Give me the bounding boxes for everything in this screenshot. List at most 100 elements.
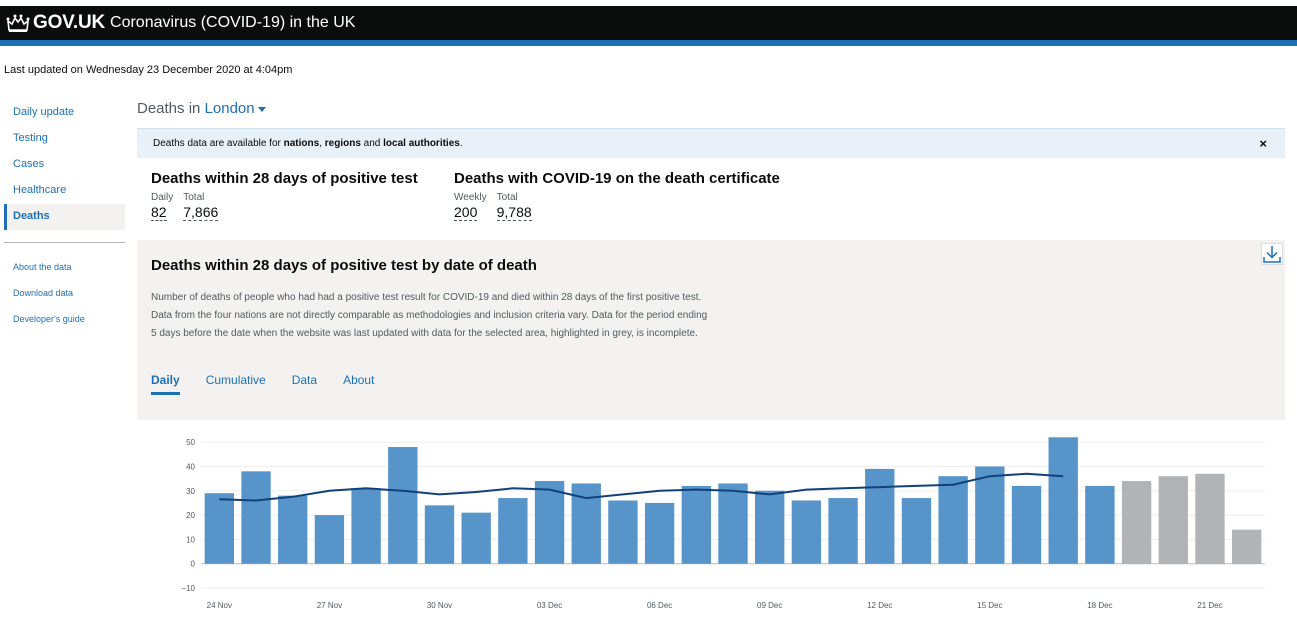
chart-bar[interactable] [791,500,822,564]
y-tick-label: 20 [186,511,195,520]
last-updated-text: Last updated on Wednesday 23 December 20… [4,64,293,76]
page-title: Deaths in London [137,100,1285,124]
chart-bar[interactable] [1048,437,1078,564]
banner-link-local-authorities[interactable]: local authorities [383,138,460,149]
chart-bar[interactable] [461,512,491,564]
close-banner-button[interactable]: × [1259,136,1267,151]
chart-bar[interactable] [718,483,748,564]
chart-bar[interactable] [828,498,858,564]
chart-bar[interactable] [241,471,271,564]
banner-link-regions[interactable]: regions [325,138,361,149]
chart-bar[interactable] [681,485,711,564]
deaths-chart[interactable]: −10 0 10 20 30 40 50 24 Nov 27 Nov 30 Nov 03 Dec 06… [137,420,1285,619]
banner-end: . [459,138,463,149]
chart-bar[interactable] [1085,485,1115,564]
nav-item-daily-update[interactable]: Daily update [4,100,125,126]
logo-text[interactable]: GOV.UK [33,12,105,34]
x-tick-label: 21 Dec [1197,601,1222,610]
nav-item-cases[interactable]: Cases [4,152,125,178]
y-tick-label: −10 [181,584,195,593]
nav-divider [4,242,125,243]
info-banner-text: Deaths data are available for nations, r… [153,138,463,149]
card-description: Number of deaths of people who had had a… [151,292,708,339]
main-content: Deaths in London Deaths data are availab… [137,100,1285,619]
location-name[interactable]: London [205,100,255,117]
service-name[interactable]: Coronavirus (COVID-19) in the UK [110,14,355,32]
nav-item-testing[interactable]: Testing [4,126,125,152]
rolling-average-line [219,472,1064,502]
chart-bar[interactable] [755,490,785,564]
chart-bar[interactable] [534,481,565,564]
nav-item-download-data[interactable]: Download data [4,281,125,307]
tab-data[interactable]: Data [292,373,317,395]
headline-label-total: Total [496,192,518,203]
chart-bar[interactable] [498,498,528,564]
headline-value-daily[interactable]: 82 [151,204,167,221]
page-title-prefix: Deaths in [137,100,201,117]
nav-item-healthcare[interactable]: Healthcare [4,178,125,204]
chart-bar[interactable] [938,476,968,564]
headline-deaths-28-days: Deaths within 28 days of positive test D… [151,170,418,222]
headline-label-total: Total [183,192,205,203]
x-tick-label: 03 Dec [537,601,562,610]
download-icon[interactable] [1261,243,1283,265]
headline-value-total[interactable]: 7,866 [183,204,219,221]
nav-item-developers-guide[interactable]: Developer's guide [4,307,125,333]
tab-cumulative[interactable]: Cumulative [206,373,266,395]
banner-text-1: Deaths data are available for [153,138,284,149]
headline-label-daily: Daily [151,192,174,203]
x-tick-label: 27 Nov [317,601,342,610]
chart-bar[interactable] [314,515,345,564]
y-tick-label: 0 [191,560,196,569]
chart-area: −10 0 10 20 30 40 50 24 Nov 27 Nov 30 Nov 03 Dec 06… [137,420,1285,619]
tab-daily[interactable]: Daily [151,373,180,395]
x-tick-label: 30 Nov [427,601,452,610]
location-selector[interactable]: London [205,100,266,117]
info-banner: Deaths data are available for nations, r… [137,128,1285,158]
headline-value-total[interactable]: 9,788 [496,204,532,221]
chart-bar[interactable] [901,498,932,564]
chart-bar[interactable] [351,488,381,564]
chart-bar[interactable] [278,495,308,564]
headline-label-weekly: Weekly [454,192,487,203]
chart-bar[interactable] [1121,481,1152,564]
tab-about[interactable]: About [343,373,374,395]
headline-title: Deaths with COVID-19 on the death certif… [454,170,780,187]
chart-bar[interactable] [424,505,455,564]
x-tick-label: 09 Dec [757,601,782,610]
crown-icon [6,14,30,32]
chart-bar[interactable] [865,468,895,564]
chart-bar[interactable] [1195,473,1225,564]
x-tick-label: 24 Nov [207,601,232,610]
chart-bar[interactable] [1011,485,1042,564]
y-tick-label: 10 [186,535,195,544]
caret-down-icon[interactable] [257,106,266,112]
deaths-chart-card: Deaths within 28 days of positive test b… [137,240,1285,619]
headline-death-certificate: Deaths with COVID-19 on the death certif… [454,170,780,222]
y-tick-label: 30 [186,487,195,496]
header-accent-bar [0,40,1297,46]
x-tick-label: 12 Dec [867,601,892,610]
y-tick-label: 50 [186,438,195,447]
headline-title: Deaths within 28 days of positive test [151,170,418,187]
side-navigation: Daily update Testing Cases Healthcare De… [4,100,125,333]
banner-sep-2: and [360,138,384,149]
chart-bar[interactable] [1158,476,1188,564]
nav-item-about-the-data[interactable]: About the data [4,255,125,281]
card-title: Deaths within 28 days of positive test b… [151,257,537,274]
chart-bar[interactable] [1231,529,1262,564]
govuk-logo[interactable]: GOV.UK Coronavirus (COVID-19) in the UK [6,12,355,34]
x-tick-label: 15 Dec [977,601,1002,610]
headline-value-weekly[interactable]: 200 [454,204,478,221]
chart-bar[interactable] [644,502,675,564]
nav-item-deaths[interactable]: Deaths [4,204,125,230]
y-tick-label: 40 [186,462,195,471]
chart-bar[interactable] [975,466,1005,564]
chart-bar[interactable] [204,493,235,564]
x-tick-label: 18 Dec [1087,601,1112,610]
chart-bar[interactable] [388,447,418,564]
banner-link-nations[interactable]: nations [284,138,320,149]
chart-bar[interactable] [608,500,638,564]
x-tick-label: 06 Dec [647,601,672,610]
chart-tabs: Daily Cumulative Data About [151,373,400,395]
